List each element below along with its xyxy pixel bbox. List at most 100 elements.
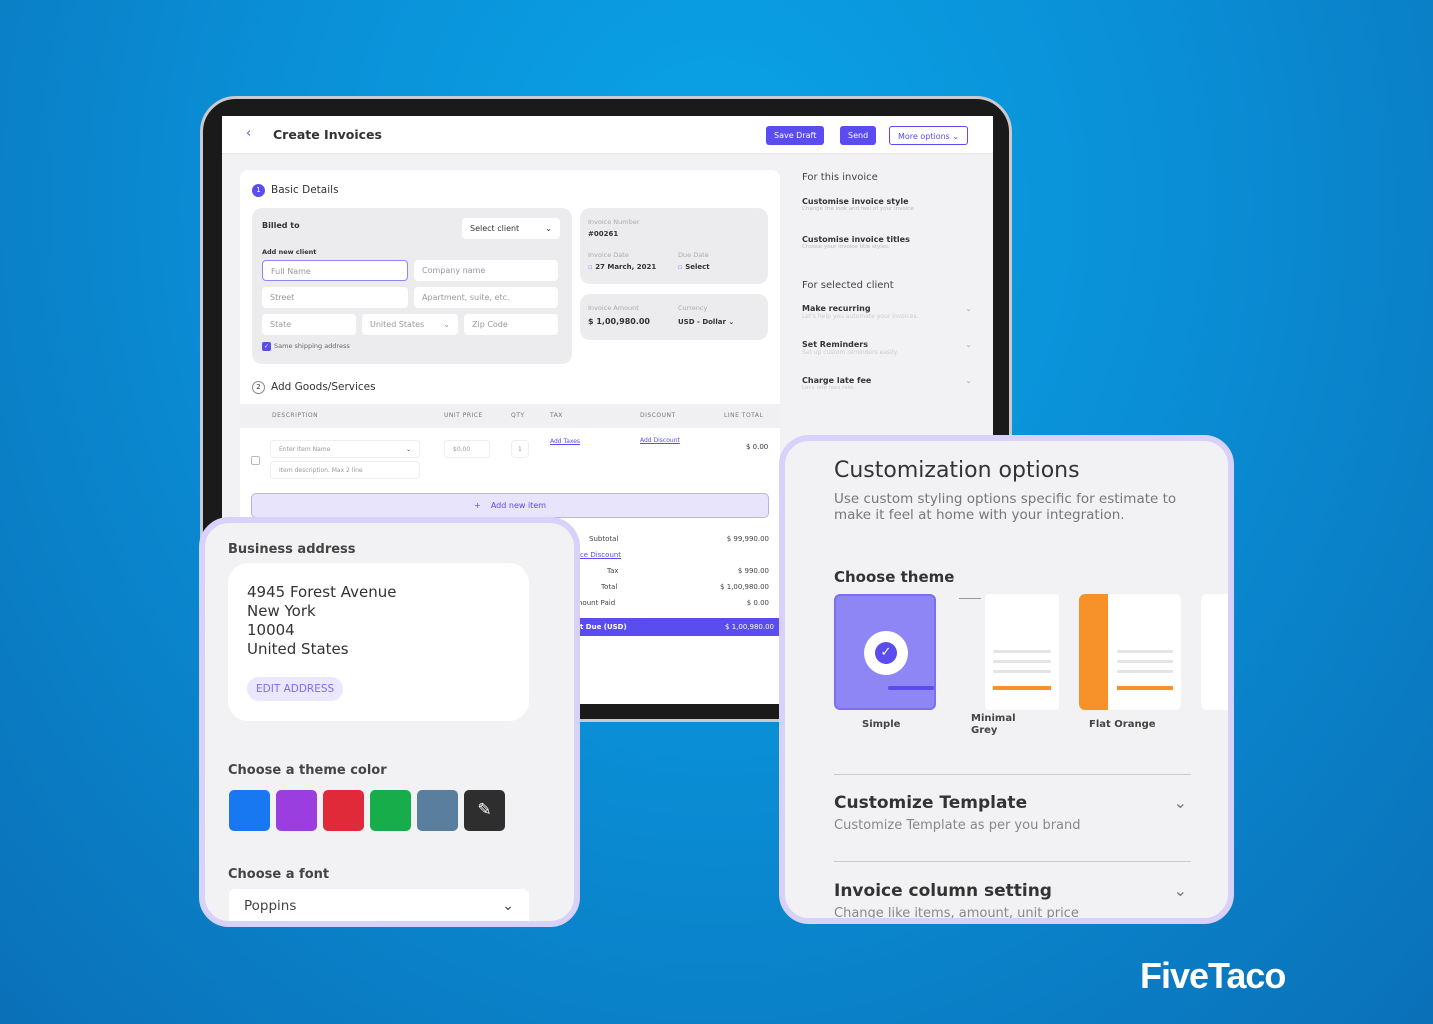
chevron-down-icon: ⌄ xyxy=(502,898,514,914)
color-swatch-slate[interactable] xyxy=(417,790,458,831)
more-options-button[interactable]: More options ⌄ xyxy=(889,126,969,145)
preview-bar xyxy=(1117,686,1173,690)
preview-line xyxy=(959,598,981,599)
preview-line xyxy=(993,660,1051,663)
preview-bar xyxy=(888,686,934,690)
accordion-subtitle: Customize Template as per you brand xyxy=(834,818,1081,833)
preview-line xyxy=(1117,660,1173,663)
currency-select[interactable]: USD - Dollar ⌄ xyxy=(678,318,734,326)
zip-input[interactable]: Zip Code xyxy=(464,314,558,335)
theme-minimal-grey[interactable] xyxy=(959,594,1066,710)
send-button[interactable]: Send xyxy=(840,126,877,145)
sidebar-item-title: Customise invoice titles xyxy=(802,235,910,244)
subtotal-value: $ 99,990.00 xyxy=(726,535,769,543)
due-date[interactable]: ▫ Select xyxy=(678,263,710,271)
card-title: Customization options xyxy=(834,458,1080,483)
sidebar-item-subtitle: Set up custom reminders easily. xyxy=(802,349,899,356)
sidebar-item-charge-late-fee[interactable]: Charge late fee Levy late fees rate. ⌄ xyxy=(802,376,972,391)
invoice-meta-box: Invoice Number #00261 Invoice Date ▫ 27 … xyxy=(580,208,768,284)
font-select[interactable]: Poppins ⌄ xyxy=(229,889,529,921)
state-input[interactable]: State xyxy=(262,314,356,335)
plus-icon: + xyxy=(473,501,481,510)
color-swatch-purple[interactable] xyxy=(276,790,317,831)
theme-label: Minimal Grey xyxy=(971,713,1016,736)
chevron-down-icon: ⌄ xyxy=(1173,881,1187,900)
chevron-down-icon: ⌄ xyxy=(965,304,972,313)
chevron-down-icon: ⌄ xyxy=(443,320,450,329)
column-header: TAX xyxy=(550,412,563,419)
currency-label: Currency xyxy=(678,304,708,312)
eyedropper-icon[interactable]: ✎ xyxy=(464,790,505,831)
sidebar-item-subtitle: Let's help you automate your invoices. xyxy=(802,313,919,320)
address-line: United States xyxy=(247,640,349,658)
color-swatch-green[interactable] xyxy=(370,790,411,831)
preview-line xyxy=(993,670,1051,673)
theme-simple[interactable]: ✓ xyxy=(834,594,936,710)
address-box: 4945 Forest Avenue New York 10004 United… xyxy=(228,563,529,721)
add-new-client-label: Add new client xyxy=(262,248,317,256)
invoice-number: #00261 xyxy=(588,230,619,238)
street-input[interactable]: Street xyxy=(262,287,408,308)
apartment-input[interactable]: Apartment, suite, etc. xyxy=(414,287,558,308)
theme-more[interactable] xyxy=(1201,594,1228,710)
qty-input[interactable]: 1 xyxy=(511,440,529,458)
chevron-down-icon: ⌄ xyxy=(1173,793,1187,812)
address-line: New York xyxy=(247,602,316,620)
column-header: QTY xyxy=(511,412,525,419)
sidebar-item-set-reminders[interactable]: Set Reminders Set up custom reminders eas… xyxy=(802,340,972,356)
preview-bar xyxy=(993,686,1051,690)
column-header: DISCOUNT xyxy=(640,412,676,419)
card-subtitle: Use custom styling options specific for … xyxy=(834,491,1177,523)
divider xyxy=(834,774,1191,775)
save-draft-button[interactable]: Save Draft xyxy=(766,126,825,145)
chevron-down-icon: ⌄ xyxy=(545,224,552,233)
back-icon[interactable]: ‹ xyxy=(246,126,251,141)
company-input[interactable]: Company name xyxy=(414,260,558,281)
calendar-icon: ▫ xyxy=(678,263,683,271)
fivetaco-logo: FiveTaco xyxy=(1140,955,1286,996)
line-total: $ 0.00 xyxy=(746,443,769,451)
total-value: $ 1,00,980.00 xyxy=(720,583,769,591)
section-title: Choose theme xyxy=(834,568,955,586)
sidebar-item-invoice-titles[interactable]: Customise invoice titles Choose your invo… xyxy=(802,235,972,250)
invoice-column-accordion[interactable]: Invoice column setting Change like items… xyxy=(834,881,1191,918)
amount-due-value: $ 1,00,980.00 xyxy=(725,623,774,631)
sidebar-item-invoice-style[interactable]: Customise invoice style Change the look a… xyxy=(802,197,972,212)
color-swatch-red[interactable] xyxy=(323,790,364,831)
billed-to-box: Billed to Select client ⌄ Add new client … xyxy=(252,208,572,364)
column-header: UNIT PRICE xyxy=(444,412,483,419)
customization-card: Customization options Use custom styling… xyxy=(779,435,1234,924)
edit-address-button[interactable]: EDIT ADDRESS xyxy=(247,677,344,701)
invoice-amount-box: Invoice Amount $ 1,00,980.00 Currency US… xyxy=(580,294,768,340)
invoice-number-label: Invoice Number xyxy=(588,218,640,226)
sidebar-heading: For selected client xyxy=(802,280,894,291)
select-client-label: Select client xyxy=(470,224,520,233)
divider xyxy=(834,861,1191,862)
same-shipping-checkbox[interactable]: ✓ xyxy=(262,342,271,351)
item-description-input[interactable]: Item description. Max 2 line xyxy=(270,461,420,479)
theme-flat-orange[interactable] xyxy=(1079,594,1181,710)
discount-link[interactable]: ice Discount xyxy=(578,551,621,559)
sidebar-item-subtitle: Change the look and feel of your invoice xyxy=(802,206,914,212)
color-swatch-blue[interactable] xyxy=(229,790,270,831)
customize-template-accordion[interactable]: Customize Template Customize Template as… xyxy=(834,793,1191,833)
select-client-dropdown[interactable]: Select client ⌄ xyxy=(462,218,560,239)
preview-line xyxy=(993,650,1051,653)
options-sidebar: For this invoice Customise invoice style… xyxy=(802,172,972,391)
add-taxes-link[interactable]: Add Taxes xyxy=(550,438,580,445)
more-options-label: More options xyxy=(898,132,950,141)
accordion-title: Invoice column setting xyxy=(834,881,1052,901)
row-checkbox[interactable] xyxy=(251,456,260,465)
add-discount-link[interactable]: Add Discount xyxy=(640,437,680,444)
add-new-item-button[interactable]: + Add new item xyxy=(251,493,769,518)
unit-price-input[interactable]: $0.00 xyxy=(444,440,490,458)
amount-due-label: t Due (USD) xyxy=(580,623,627,631)
tax-label: Tax xyxy=(607,567,619,575)
invoice-date[interactable]: ▫ 27 March, 2021 xyxy=(588,263,656,271)
full-name-input[interactable]: Full Name xyxy=(262,260,408,281)
country-select[interactable]: United States ⌄ xyxy=(362,314,458,335)
sidebar-item-make-recurring[interactable]: Make recurring Let's help you automate yo… xyxy=(802,304,972,320)
amount-paid-label: nount Paid xyxy=(578,599,616,607)
same-shipping-label: Same shipping address xyxy=(274,342,350,350)
item-name-input[interactable]: Enter Item Name ⌄ xyxy=(270,440,420,458)
